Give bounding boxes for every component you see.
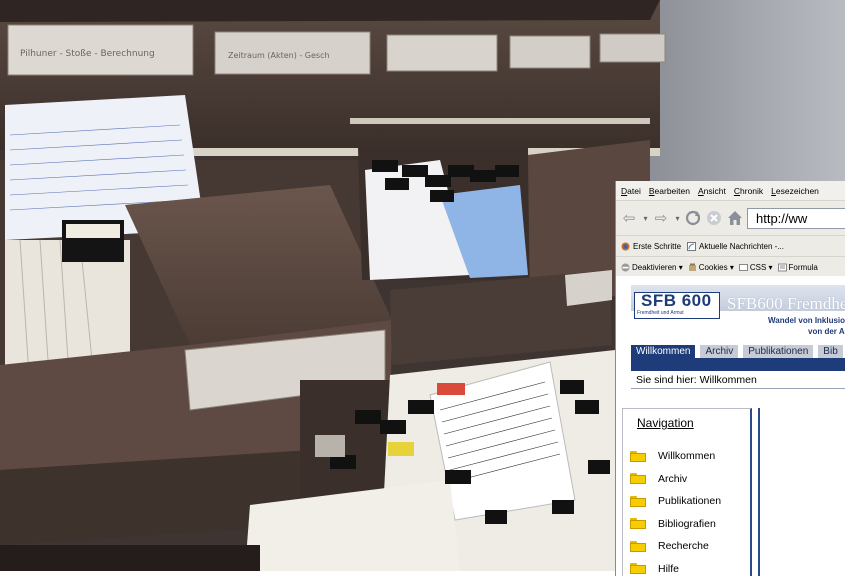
content-divider — [758, 408, 760, 576]
cookie-icon — [688, 263, 697, 272]
menu-lesezeichen[interactable]: Lesezeichen — [771, 186, 819, 196]
folder-icon — [630, 496, 646, 507]
menu-ansicht[interactable]: Ansicht — [698, 186, 726, 196]
url-bar[interactable]: http://ww — [747, 208, 845, 229]
nav-item-label: Willkommen — [658, 450, 715, 462]
sfb-logo[interactable]: SFB 600 Fremdheit und Armut — [634, 292, 720, 319]
logo-text: SFB 600 — [641, 291, 712, 311]
devtool-label: Cookies ▾ — [699, 263, 734, 272]
folder-icon — [630, 451, 646, 462]
nav-item-bibliografien[interactable]: Bibliografien — [630, 513, 721, 536]
browser-menubar: Datei Bearbeiten Ansicht Chronik Lesezei… — [616, 181, 845, 201]
web-developer-toolbar: Deaktivieren ▾ Cookies ▾ CSS ▾ Formula — [616, 256, 845, 278]
folder-icon — [630, 518, 646, 529]
drawer-label-1: Pilhuner - Stoße - Berechnung — [20, 49, 155, 59]
nav-item-archiv[interactable]: Archiv — [630, 468, 721, 491]
nav-item-hilfe[interactable]: Hilfe — [630, 558, 721, 576]
nav-item-publikationen[interactable]: Publikationen — [630, 490, 721, 513]
bookmark-label: Erste Schritte — [633, 242, 681, 251]
nav-item-recherche[interactable]: Recherche — [630, 535, 721, 558]
nav-item-label: Archiv — [658, 473, 687, 485]
css-icon — [739, 263, 748, 272]
bookmarks-toolbar: Erste Schritte Aktuelle Nachrichten -... — [616, 235, 845, 256]
folder-icon — [630, 473, 646, 484]
form-icon — [778, 263, 787, 272]
menu-chronik[interactable]: Chronik — [734, 186, 763, 196]
tab-archiv[interactable]: Archiv — [700, 345, 738, 358]
menu-datei[interactable]: Datei — [621, 186, 641, 196]
nav-item-label: Recherche — [658, 540, 709, 552]
rss-icon — [687, 242, 696, 251]
site-subtitle-line2: von der Antike — [808, 327, 845, 336]
nav-item-label: Hilfe — [658, 563, 679, 575]
devtool-cookies[interactable]: Cookies ▾ — [688, 263, 734, 272]
tab-underline-band — [631, 358, 845, 371]
site-subtitle-line1: Wandel von Inklusions- und — [768, 316, 845, 325]
menu-bearbeiten[interactable]: Bearbeiten — [649, 186, 690, 196]
nav-item-label: Bibliografien — [658, 518, 716, 530]
back-dropdown-icon[interactable]: ▾ — [641, 209, 650, 227]
forward-dropdown-icon[interactable]: ▾ — [673, 209, 682, 227]
disable-icon — [621, 263, 630, 272]
reload-icon[interactable] — [684, 209, 702, 227]
breadcrumb-divider — [631, 388, 845, 389]
browser-window: Datei Bearbeiten Ansicht Chronik Lesezei… — [615, 181, 845, 576]
devtool-label: Deaktivieren ▾ — [632, 263, 683, 272]
logo-subtext: Fremdheit und Armut — [637, 310, 684, 316]
tab-bibliografien[interactable]: Bib — [818, 345, 842, 358]
bookmark-label: Aktuelle Nachrichten -... — [699, 242, 784, 251]
site-tabs: Willkommen Archiv Publikationen Bib — [631, 344, 845, 358]
devtool-label: Formula — [789, 263, 818, 272]
navigation-title[interactable]: Navigation — [637, 416, 694, 430]
bookmark-erste-schritte[interactable]: Erste Schritte — [621, 242, 681, 251]
navigation-panel: Navigation Willkommen Archiv Publikation… — [622, 408, 752, 576]
devtool-label: CSS ▾ — [750, 263, 773, 272]
tab-publikationen[interactable]: Publikationen — [743, 345, 813, 358]
nav-item-label: Publikationen — [658, 495, 721, 507]
browser-navbar: ⇦ ▾ ⇨ ▾ http://ww — [616, 201, 845, 235]
home-icon[interactable] — [726, 209, 744, 227]
devtool-forms[interactable]: Formula — [778, 263, 818, 272]
nav-item-willkommen[interactable]: Willkommen — [630, 445, 721, 468]
breadcrumb: Sie sind hier: Willkommen — [636, 374, 757, 386]
devtool-disable[interactable]: Deaktivieren ▾ — [621, 263, 683, 272]
back-icon[interactable]: ⇦ — [620, 209, 638, 227]
site-title: SFB600 Fremdheit u — [727, 294, 845, 314]
folder-icon — [630, 541, 646, 552]
firefox-icon — [621, 242, 630, 251]
site-banner: SFB 600 Fremdheit und Armut SFB600 Fremd… — [631, 282, 845, 342]
url-text: http://ww — [756, 211, 807, 226]
forward-icon[interactable]: ⇨ — [652, 209, 670, 227]
bookmark-aktuelle-nachrichten[interactable]: Aktuelle Nachrichten -... — [687, 242, 784, 251]
folder-icon — [630, 563, 646, 574]
stop-icon[interactable] — [705, 209, 723, 227]
devtool-css[interactable]: CSS ▾ — [739, 263, 773, 272]
drawer-label-2: Zeitraum (Akten) - Gesch — [228, 51, 330, 60]
navigation-list: Willkommen Archiv Publikationen Bibliogr… — [630, 445, 721, 576]
tab-willkommen[interactable]: Willkommen — [631, 345, 695, 358]
web-page: SFB 600 Fremdheit und Armut SFB600 Fremd… — [616, 276, 845, 576]
